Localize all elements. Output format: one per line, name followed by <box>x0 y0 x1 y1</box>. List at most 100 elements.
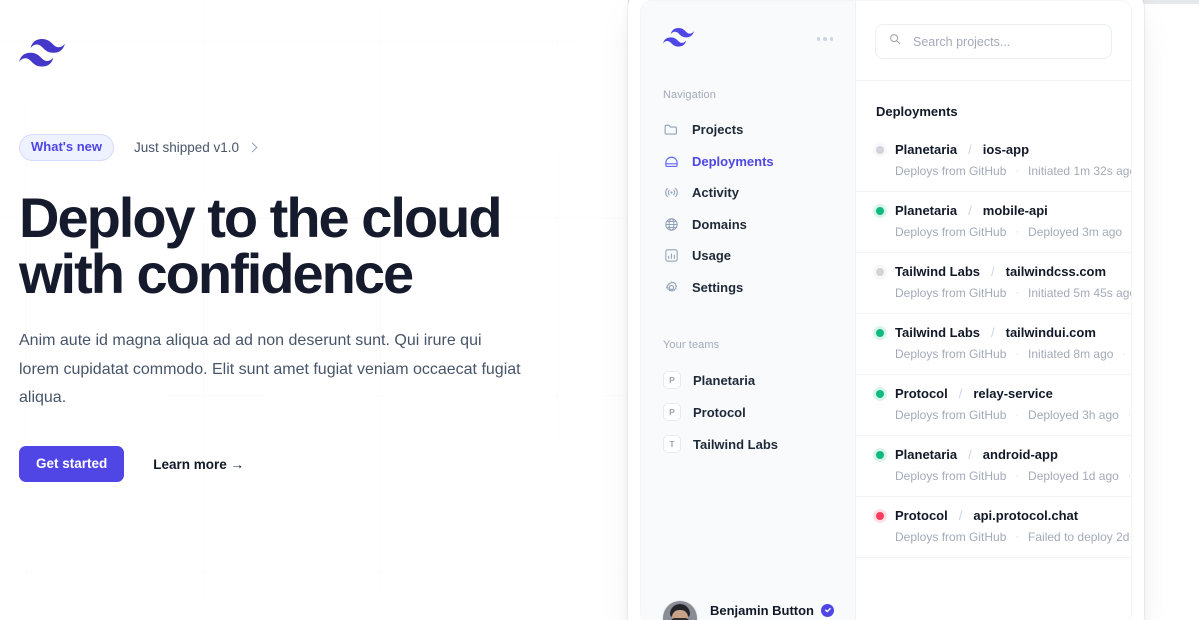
team-label: Tailwind Labs <box>693 436 778 452</box>
announcement-text: Just shipped v1.0 <box>134 139 240 155</box>
status-badge <box>873 142 887 157</box>
signal-icon <box>663 184 680 201</box>
deployment-state: Initiated 1m 32s ago <box>1028 164 1131 178</box>
cta-row: Get started Learn more → <box>19 446 244 483</box>
meta-separator: · <box>1015 287 1020 299</box>
table-row[interactable]: Protocol / relay-service Deploys from Gi… <box>856 375 1131 436</box>
deployment-header: Protocol / relay-service <box>873 386 1111 401</box>
search-icon <box>888 32 902 51</box>
deployments-section-title: Deployments <box>876 104 958 119</box>
deployment-source: Deploys from GitHub <box>895 469 1007 483</box>
hero-section: What's new Just shipped v1.0 Deploy to t… <box>19 0 579 620</box>
meta-separator: · <box>1015 348 1020 360</box>
sidebar-item-label: Usage <box>692 248 732 264</box>
sidebar-item-projects[interactable]: Projects <box>641 114 855 146</box>
hero-subcopy: Anim aute id magna aliqua ad ad non dese… <box>19 332 521 406</box>
headline-line-2: with confidence <box>19 242 414 305</box>
sidebar-nav-label: Navigation <box>663 89 716 101</box>
meta-separator: · <box>1122 348 1127 360</box>
table-row[interactable]: Planetaria / ios-app Deploys from GitHub… <box>856 131 1131 192</box>
deployment-meta: Deploys from GitHub · Initiated 5m 45s a… <box>876 286 1131 300</box>
deployment-meta: Deploys from GitHub · Deployed 3h ago · … <box>876 408 1131 422</box>
verified-check-icon <box>821 603 834 617</box>
deployment-header: Tailwind Labs / tailwindcss.com <box>873 264 1111 279</box>
deployment-team: Protocol <box>895 386 948 401</box>
deployment-meta: Deploys from GitHub · Initiated 1m 32s a… <box>876 164 1131 178</box>
status-badge <box>873 386 887 401</box>
deployments-list: Planetaria / ios-app Deploys from GitHub… <box>856 131 1131 558</box>
team-item-protocol[interactable]: P Protocol <box>641 396 855 428</box>
table-row[interactable]: Tailwind Labs / tailwindcss.com Deploys … <box>856 253 1131 314</box>
meta-separator: · <box>1128 470 1131 482</box>
deployment-team: Protocol <box>895 508 948 523</box>
deployment-meta: Deploys from GitHub · Initiated 8m ago ·… <box>876 347 1126 361</box>
avatar <box>663 601 697 620</box>
team-initial-badge: P <box>663 371 681 390</box>
sidebar-item-label: Deployments <box>692 153 774 169</box>
sidebar-item-deployments[interactable]: Deployments <box>641 146 855 178</box>
sidebar-item-domains[interactable]: Domains <box>641 209 855 241</box>
deployment-state: Failed to deploy 2d ago <box>1028 530 1131 544</box>
table-row[interactable]: Planetaria / android-app Deploys from Gi… <box>856 436 1131 497</box>
team-item-tailwind-labs[interactable]: T Tailwind Labs <box>641 428 855 460</box>
globe-icon <box>663 216 680 233</box>
deployment-header: Planetaria / ios-app <box>873 142 1111 157</box>
status-badge <box>873 325 887 340</box>
sidebar-item-activity[interactable]: Activity <box>641 177 855 209</box>
folder-icon <box>663 121 680 138</box>
deployment-team: Planetaria <box>895 142 958 157</box>
table-row[interactable]: Protocol / api.protocol.chat Deploys fro… <box>856 497 1131 558</box>
sidebar-item-settings[interactable]: Settings <box>641 272 855 304</box>
chevron-right-icon <box>247 142 258 153</box>
sidebar-item-usage[interactable]: Usage <box>641 240 855 272</box>
chart-bar-icon <box>663 247 680 264</box>
table-row[interactable]: Tailwind Labs / tailwindui.com Deploys f… <box>856 314 1131 375</box>
deployment-meta: Deploys from GitHub · Failed to deploy 2… <box>876 530 1131 544</box>
deployment-state: Deployed 1d ago <box>1028 469 1119 483</box>
learn-more-link[interactable]: Learn more → <box>153 457 244 472</box>
deployment-meta: Deploys from GitHub · Deployed 1d ago · … <box>876 469 1131 483</box>
sidebar-teams-label: Your teams <box>663 339 720 352</box>
status-badge <box>873 508 887 523</box>
sidebar-item-label: Projects <box>692 122 744 137</box>
deployment-source: Deploys from GitHub <box>895 408 1007 422</box>
team-item-planetaria[interactable]: P Planetaria <box>641 364 855 396</box>
whats-new-badge[interactable]: What's new <box>19 134 114 161</box>
get-started-button[interactable]: Get started <box>19 446 125 483</box>
announcement-link[interactable]: Just shipped v1.0 <box>134 139 258 155</box>
deployment-header: Protocol / api.protocol.chat <box>873 508 1111 523</box>
tailwind-logo-icon <box>19 39 65 71</box>
app-sidebar: Navigation Projects Deployments Activity… <box>641 1 856 620</box>
ellipsis-horizontal-icon[interactable] <box>816 37 833 41</box>
meta-separator: · <box>1015 165 1020 177</box>
deployment-project: api.protocol.chat <box>973 508 1079 523</box>
search-input[interactable]: Search projects... <box>876 25 1111 58</box>
tailwind-logo-icon <box>663 28 695 50</box>
deployment-project: tailwindui.com <box>1005 325 1096 340</box>
deployment-state: Initiated 8m ago <box>1028 347 1114 361</box>
team-initial-badge: P <box>663 403 681 422</box>
meta-separator: · <box>1015 226 1020 238</box>
headline-line-1: Deploy to the cloud <box>19 186 503 249</box>
app-main-column: Search projects... Deployments Planetari… <box>856 1 1131 620</box>
deployment-project: relay-service <box>973 386 1053 401</box>
deployment-separator: / <box>968 142 972 157</box>
app-screenshot-panel: Navigation Projects Deployments Activity… <box>628 0 1144 620</box>
deployment-team: Tailwind Labs <box>895 325 980 340</box>
team-label: Planetaria <box>693 372 756 388</box>
deployment-separator: / <box>968 203 972 218</box>
deployment-state: Initiated 5m 45s ago <box>1028 286 1131 300</box>
deployment-separator: / <box>991 325 995 340</box>
deployment-team: Tailwind Labs <box>895 264 980 279</box>
status-badge <box>873 447 887 462</box>
deployment-separator: / <box>958 508 963 523</box>
sidebar-user-profile[interactable]: Benjamin Button benjbutt <box>641 601 855 620</box>
sidebar-item-label: Activity <box>692 185 739 201</box>
profile-text: Benjamin Button benjbutt <box>710 602 834 620</box>
profile-name: Benjamin Button <box>710 602 814 618</box>
sidebar-nav-list: Projects Deployments Activity Domains Us… <box>641 114 855 303</box>
meta-separator: · <box>1015 470 1020 482</box>
deployment-source: Deploys from GitHub <box>895 347 1007 361</box>
table-row[interactable]: Planetaria / mobile-api Deploys from Git… <box>856 192 1131 253</box>
team-label: Protocol <box>693 404 746 420</box>
